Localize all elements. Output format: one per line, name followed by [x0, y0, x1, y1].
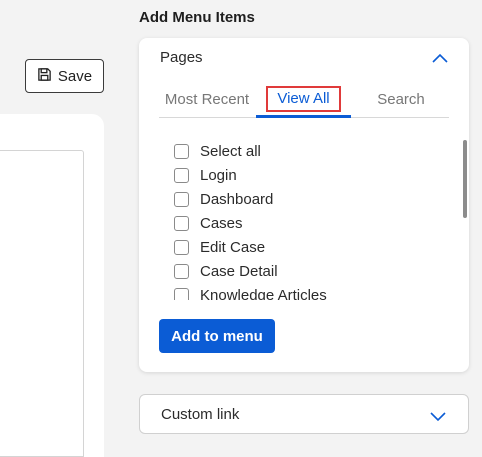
list-item-label: Dashboard	[200, 190, 274, 208]
list-item[interactable]: Cases	[174, 211, 243, 235]
list-item-label: Knowledge Articles	[200, 286, 327, 301]
custom-link-section[interactable]: Custom link	[139, 394, 469, 434]
checkbox[interactable]	[174, 263, 189, 279]
floppy-disk-icon	[37, 67, 52, 86]
active-tab-indicator	[256, 115, 351, 118]
checkbox[interactable]	[174, 191, 189, 207]
chevron-down-icon[interactable]	[429, 410, 447, 422]
list-item[interactable]: Edit Case	[174, 235, 265, 259]
pages-header: Pages	[160, 49, 203, 66]
list-item-label: Edit Case	[200, 238, 266, 256]
checkbox[interactable]	[174, 143, 189, 159]
pages-section: Pages Most Recent View All Search Select…	[139, 38, 469, 372]
list-item[interactable]: Case Detail	[174, 259, 278, 283]
tab-view-all-label: View All	[266, 85, 341, 113]
panel-title: Add Menu Items	[139, 9, 255, 26]
list-item-label: Select all	[200, 142, 261, 160]
list-item-label: Login	[200, 166, 237, 184]
chevron-up-icon[interactable]	[431, 51, 449, 63]
list-item-label: Case Detail	[200, 262, 278, 280]
list-item[interactable]: Dashboard	[174, 187, 273, 211]
custom-link-label: Custom link	[161, 406, 240, 423]
list-item-select-all[interactable]: Select all	[174, 139, 261, 163]
add-menu-items-panel: Add Menu Items Pages Most Recent View Al…	[120, 0, 482, 457]
tab-search[interactable]: Search	[353, 82, 449, 116]
checkbox[interactable]	[174, 167, 189, 183]
tab-view-all[interactable]: View All	[256, 82, 351, 116]
checkbox[interactable]	[174, 239, 189, 255]
save-button[interactable]: Save	[25, 59, 104, 93]
editor-canvas	[0, 150, 84, 457]
pages-tabs: Most Recent View All Search	[159, 82, 449, 118]
list-item[interactable]: Knowledge Articles	[174, 283, 327, 300]
editor-area: Save	[0, 0, 120, 457]
list-item-label: Cases	[200, 214, 243, 232]
pages-list: Select all Login Dashboard Cases Edit Ca…	[139, 138, 469, 300]
checkbox[interactable]	[174, 287, 189, 300]
list-item[interactable]: Login	[174, 163, 237, 187]
save-label: Save	[57, 67, 93, 85]
checkbox[interactable]	[174, 215, 189, 231]
add-to-menu-button[interactable]: Add to menu	[159, 319, 275, 353]
tab-most-recent[interactable]: Most Recent	[159, 82, 255, 116]
list-scrollbar[interactable]	[463, 140, 467, 218]
